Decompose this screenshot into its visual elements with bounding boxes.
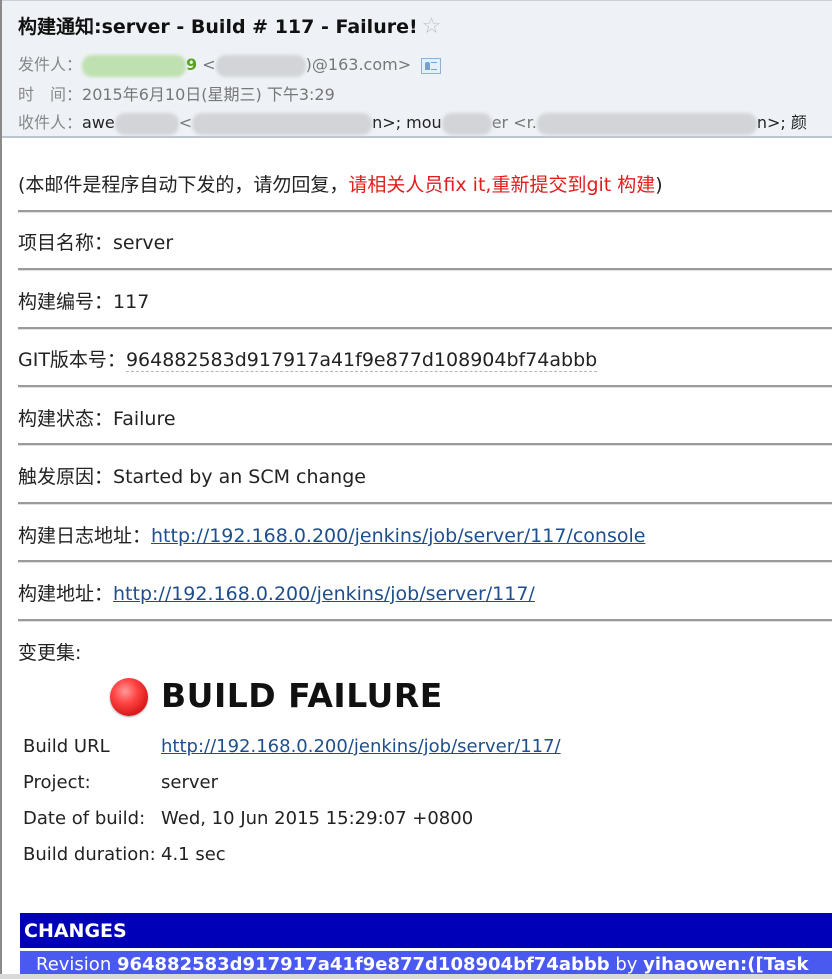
info-value: server bbox=[161, 772, 218, 793]
recipient-1-email-open: < bbox=[178, 113, 193, 132]
contact-card-icon[interactable] bbox=[421, 57, 442, 74]
redacted-recipient-2-email bbox=[536, 112, 757, 135]
info-value: 4.1 sec bbox=[161, 844, 226, 865]
field-label: 构建地址： bbox=[18, 583, 114, 605]
field-label: 构建编号： bbox=[18, 291, 114, 313]
field-label: 构建状态： bbox=[18, 408, 114, 430]
field-label: 项目名称： bbox=[18, 232, 114, 254]
revision-hash: 964882583d917917a41f9e877d108904bf74abbb bbox=[116, 954, 610, 975]
time-label: 时 间： bbox=[18, 85, 83, 104]
email-subject: 构建通知:server - Build # 117 - Failure! ☆ bbox=[18, 12, 441, 39]
field-label: GIT版本号： bbox=[18, 349, 126, 371]
sender-name[interactable]: 9 bbox=[186, 55, 197, 74]
info-duration: Build duration: 4.1 sec bbox=[23, 844, 226, 865]
divider bbox=[18, 268, 832, 271]
redacted-recipient-1-email bbox=[192, 112, 373, 135]
field-trigger-cause: 触发原因：Started by an SCM change bbox=[18, 462, 366, 489]
field-value: Failure bbox=[113, 408, 176, 430]
changes-header: CHANGES bbox=[20, 913, 832, 948]
field-build-number: 构建编号：117 bbox=[18, 287, 149, 314]
field-label: 构建日志地址： bbox=[18, 525, 152, 547]
field-console-url: 构建日志地址：http://192.168.0.200/jenkins/job/… bbox=[18, 521, 645, 548]
build-failure-title: BUILD FAILURE bbox=[161, 676, 443, 715]
from-label: 发件人： bbox=[18, 55, 83, 74]
horizontal-scrollbar[interactable] bbox=[0, 974, 832, 979]
field-value: 117 bbox=[113, 291, 150, 313]
divider bbox=[18, 210, 832, 213]
time-line: 时 间：2015年6月10日(星期三) 下午3:29 bbox=[18, 81, 335, 105]
field-git-revision: GIT版本号：964882583d917917a41f9e877d108904b… bbox=[18, 345, 598, 372]
field-value: server bbox=[113, 232, 174, 254]
star-icon[interactable]: ☆ bbox=[422, 14, 442, 39]
redacted-sender-name bbox=[82, 54, 187, 77]
redacted-sender-email bbox=[215, 54, 306, 77]
divider bbox=[18, 385, 832, 388]
build-link[interactable]: http://192.168.0.200/jenkins/job/server/… bbox=[113, 583, 535, 605]
info-key: Date of build: bbox=[23, 808, 146, 829]
divider bbox=[18, 560, 832, 563]
field-value: Started by an SCM change bbox=[113, 466, 366, 488]
info-value: Wed, 10 Jun 2015 15:29:07 +0800 bbox=[161, 808, 474, 829]
notice-close: ) bbox=[655, 174, 663, 196]
info-key: Build duration: bbox=[23, 844, 156, 865]
sender-email-open: < bbox=[197, 55, 216, 74]
revision-author: yihaowen:([Task bbox=[643, 954, 809, 975]
info-key: Project: bbox=[23, 772, 91, 793]
divider bbox=[18, 619, 832, 622]
sender-email: )@163.com> bbox=[305, 55, 412, 74]
info-build-url: Build URL http://192.168.0.200/jenkins/jo… bbox=[23, 736, 561, 757]
recipient-2-email-open: er <r. bbox=[491, 113, 537, 132]
recipient-2-name[interactable]: n>; mou bbox=[372, 113, 442, 132]
git-hash-value[interactable]: 964882583d917917a41f9e877d108904bf74abbb bbox=[125, 349, 598, 372]
subject-text: 构建通知:server - Build # 117 - Failure! bbox=[18, 16, 418, 38]
to-line: 收件人：awe < n>; mou er <r. n>; 颜 bbox=[18, 109, 807, 135]
info-key: Build URL bbox=[23, 736, 110, 757]
field-build-url: 构建地址：http://192.168.0.200/jenkins/job/se… bbox=[18, 579, 535, 606]
to-label: 收件人： bbox=[18, 113, 83, 132]
info-date: Date of build: Wed, 10 Jun 2015 15:29:07 … bbox=[23, 808, 473, 829]
from-line: 发件人： 9 < )@163.com> bbox=[18, 51, 442, 77]
revision-by: by bbox=[609, 954, 644, 975]
redacted-recipient-1 bbox=[114, 112, 179, 135]
recipient-3[interactable]: n>; 颜 bbox=[757, 113, 807, 132]
failure-status-icon bbox=[110, 678, 148, 716]
auto-notice: (本邮件是程序自动下发的，请勿回复，请相关人员fix it,重新提交到git 构… bbox=[18, 170, 663, 197]
console-log-link[interactable]: http://192.168.0.200/jenkins/job/server/… bbox=[151, 525, 645, 547]
changeset-label: 变更集: bbox=[18, 642, 82, 664]
field-label: 触发原因： bbox=[18, 466, 114, 488]
email-frame bbox=[0, 0, 832, 979]
divider bbox=[18, 443, 832, 446]
redacted-recipient-2 bbox=[441, 112, 492, 135]
notice-warning: 请相关人员fix it,重新提交到git 构建 bbox=[348, 174, 656, 196]
email-header: 构建通知:server - Build # 117 - Failure! ☆ 发件… bbox=[2, 0, 832, 138]
time-value: 2015年6月10日(星期三) 下午3:29 bbox=[82, 85, 335, 104]
revision-label: Revision bbox=[36, 954, 117, 975]
field-build-status: 构建状态：Failure bbox=[18, 404, 176, 431]
recipient-1-name[interactable]: awe bbox=[82, 113, 115, 132]
build-url-link[interactable]: http://192.168.0.200/jenkins/job/server/… bbox=[161, 736, 561, 757]
divider bbox=[18, 502, 832, 505]
divider bbox=[18, 327, 832, 330]
field-project-name: 项目名称：server bbox=[18, 228, 173, 255]
info-project: Project: server bbox=[23, 772, 218, 793]
notice-text: (本邮件是程序自动下发的，请勿回复， bbox=[18, 174, 349, 196]
